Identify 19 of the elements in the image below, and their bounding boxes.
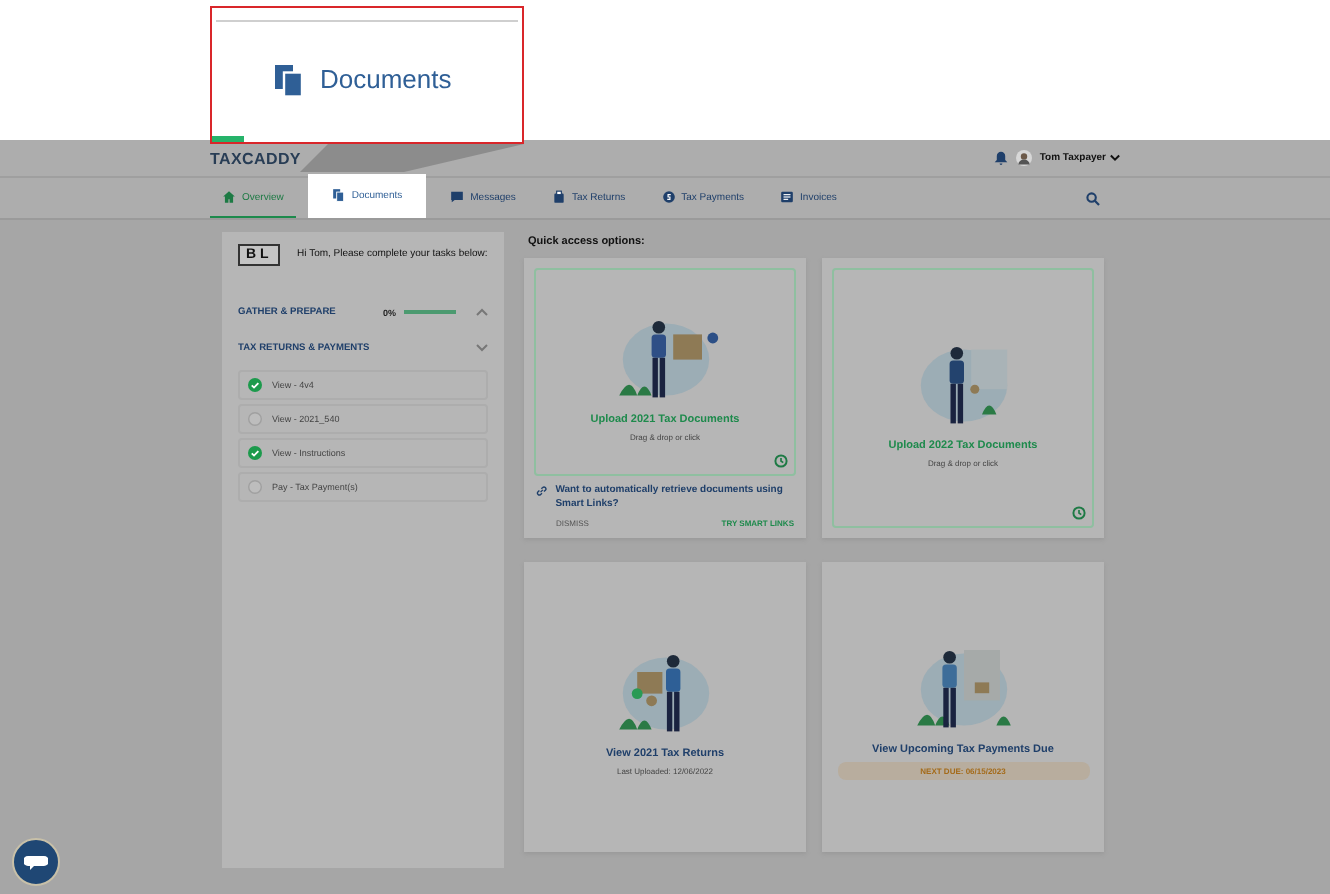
logo[interactable]: TAXCADDY [210, 149, 301, 167]
search-icon [1086, 191, 1100, 205]
bell-icon [993, 150, 1008, 166]
dollar-icon [661, 190, 676, 204]
callout-title: Documents [320, 64, 452, 94]
invoice-icon [780, 190, 795, 204]
message-icon [450, 190, 465, 204]
clipboard-icon [551, 190, 566, 204]
speech-bubble-icon [24, 853, 48, 871]
avatar-icon [1015, 150, 1032, 166]
history-icon [774, 454, 788, 468]
history-icon [1072, 506, 1086, 520]
chevron-up-icon [476, 308, 488, 316]
chevron-down-icon [476, 344, 488, 352]
chat-button[interactable] [12, 838, 60, 886]
link-icon [536, 484, 548, 498]
home-icon [222, 190, 236, 204]
documents-icon [331, 188, 346, 202]
caret-icon [1110, 154, 1120, 162]
